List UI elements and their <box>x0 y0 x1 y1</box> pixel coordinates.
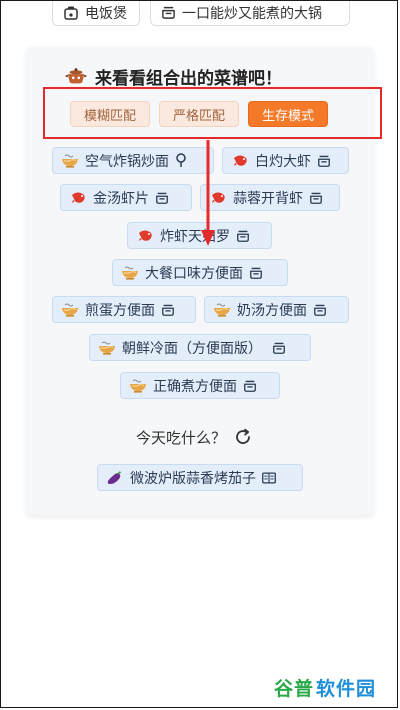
noodle-bowl-icon <box>129 379 147 393</box>
noodle-bowl-icon <box>121 266 139 280</box>
mode-label: 生存模式 <box>261 108 314 124</box>
pot-icon <box>249 266 263 280</box>
recipe-label: 金汤虾片 <box>93 190 149 207</box>
recipe-chip[interactable]: 白灼大虾 <box>222 147 349 174</box>
recipe-label: 炸虾天妇罗 <box>160 228 230 245</box>
recipe-label: 大餐口味方便面 <box>145 265 243 282</box>
pot-icon <box>155 191 169 205</box>
recipe-chip[interactable]: 炸虾天妇罗 <box>127 222 272 249</box>
mode-label: 模糊匹配 <box>83 108 136 124</box>
suggestion-chip[interactable]: 微波炉版蒜香烤茄子 <box>97 464 303 491</box>
pot-icon <box>236 229 250 243</box>
appliance-chip-rice-cooker[interactable]: 电饭煲 <box>52 0 140 26</box>
search-icon <box>175 153 187 168</box>
noodle-bowl-icon <box>98 341 116 355</box>
mode-label: 严格匹配 <box>172 108 225 124</box>
recipe-label: 奶汤方便面 <box>237 302 307 319</box>
recipe-chip[interactable]: 朝鲜冷面（方便面版） <box>89 334 311 361</box>
recipe-label: 白灼大虾 <box>255 153 311 170</box>
recipe-chip[interactable]: 奶汤方便面 <box>204 296 349 323</box>
book-icon <box>262 471 276 484</box>
recipe-label: 蒜蓉开背虾 <box>233 190 303 207</box>
recipe-label: 煎蛋方便面 <box>85 302 155 319</box>
shrimp-icon <box>209 191 227 205</box>
recipe-chip[interactable]: 正确煮方便面 <box>120 372 280 399</box>
today-random-button[interactable]: 今天吃什么？ <box>136 426 252 448</box>
noodle-bowl-icon <box>213 303 231 317</box>
card-title: 来看看组合出的菜谱吧！ <box>65 62 282 90</box>
card-title-text: 来看看组合出的菜谱吧！ <box>95 68 282 89</box>
appliance-chip-big-wok[interactable]: 一口能炒又能煮的大锅 <box>150 0 350 26</box>
pot-icon <box>161 5 176 20</box>
pot-icon <box>309 191 323 205</box>
watermark-part-b: 软件园 <box>316 677 377 700</box>
pot-icon <box>243 379 257 393</box>
appliance-chip-label: 电饭煲 <box>85 5 127 22</box>
cooking-pot-icon <box>65 66 87 86</box>
recipe-chip[interactable]: 煎蛋方便面 <box>52 296 196 323</box>
appliance-chip-label: 一口能炒又能煮的大锅 <box>182 5 322 22</box>
mode-survival-button[interactable]: 生存模式 <box>248 101 328 127</box>
pot-icon <box>313 303 327 317</box>
shrimp-icon <box>69 191 87 205</box>
refresh-icon <box>234 428 252 446</box>
watermark-logo: 谷普 软件园 <box>274 674 376 700</box>
watermark-part-a: 谷普 <box>274 677 315 700</box>
today-label: 今天吃什么？ <box>136 428 227 447</box>
recipe-chip[interactable]: 空气炸锅炒面 <box>52 147 214 174</box>
pot-icon <box>161 303 175 317</box>
pot-icon <box>272 341 286 355</box>
noodle-bowl-icon <box>61 154 79 168</box>
shrimp-icon <box>136 229 154 243</box>
eggplant-icon <box>106 470 124 486</box>
recipe-chip[interactable]: 金汤虾片 <box>60 184 192 211</box>
recipe-label: 朝鲜冷面（方便面版） <box>122 340 262 357</box>
rice-cooker-icon <box>63 5 79 21</box>
mode-strict-match-button[interactable]: 严格匹配 <box>159 101 239 127</box>
mode-fuzzy-match-button[interactable]: 模糊匹配 <box>70 101 150 127</box>
recipe-label: 正确煮方便面 <box>153 378 237 395</box>
suggestion-label: 微波炉版蒜香烤茄子 <box>130 470 256 487</box>
recipe-chip[interactable]: 蒜蓉开背虾 <box>200 184 340 211</box>
shrimp-icon <box>231 154 249 168</box>
pot-icon <box>317 154 331 168</box>
recipe-chip[interactable]: 大餐口味方便面 <box>112 259 288 286</box>
noodle-bowl-icon <box>61 303 79 317</box>
recipe-label: 空气炸锅炒面 <box>85 153 169 170</box>
